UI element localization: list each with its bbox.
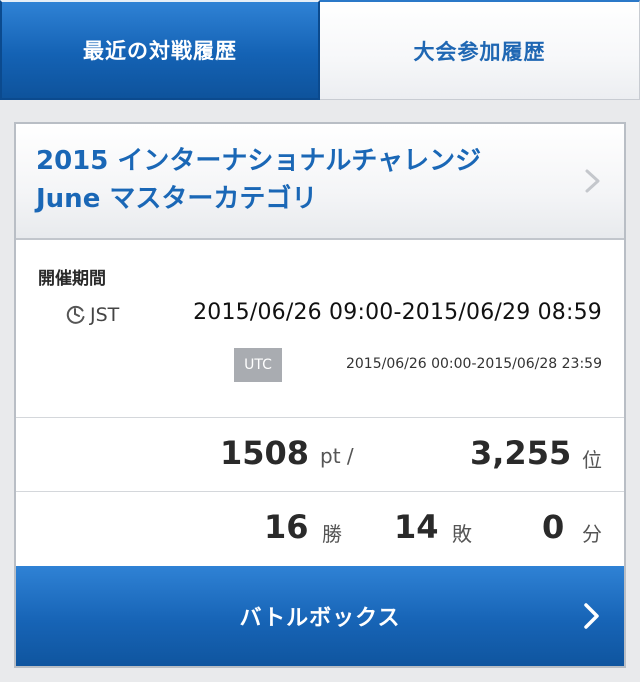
event-period: 開催期間 JST 2015/06/26 09:00-2015/06/29 08:… bbox=[16, 240, 624, 418]
event-header[interactable]: 2015 インターナショナルチャレンジ June マスターカテゴリ bbox=[16, 124, 624, 240]
tournament-card: 2015 インターナショナルチャレンジ June マスターカテゴリ 開催期間 J… bbox=[14, 122, 626, 668]
tab-recent-battles-label: 最近の対戦履歴 bbox=[83, 39, 237, 63]
wins-unit: 勝 bbox=[322, 522, 342, 546]
utc-badge: UTC bbox=[234, 348, 282, 382]
utc-range: 2015/06/26 00:00-2015/06/28 23:59 bbox=[345, 356, 602, 372]
rank-value: 3,255 bbox=[470, 434, 572, 472]
tab-tournament-history-label: 大会参加履歴 bbox=[413, 39, 546, 64]
win-loss-row: 16 勝 14 敗 0 分 bbox=[16, 492, 624, 566]
jst-label: JST bbox=[90, 304, 120, 326]
losses-value: 14 bbox=[394, 508, 439, 546]
page: 最近の対戦履歴 大会参加履歴 2015 インターナショナルチャレンジ June … bbox=[0, 0, 640, 682]
tab-tournament-history[interactable]: 大会参加履歴 bbox=[320, 0, 640, 100]
tab-recent-battles[interactable]: 最近の対戦履歴 bbox=[0, 0, 320, 100]
points-value: 1508 bbox=[220, 434, 310, 472]
losses-unit: 敗 bbox=[452, 522, 472, 546]
clock-icon bbox=[66, 305, 85, 324]
draws-value: 0 bbox=[542, 508, 565, 546]
battle-box-label: バトルボックス bbox=[239, 606, 401, 631]
points-rank-row: 1508 pt / 3,255 位 bbox=[16, 418, 624, 492]
utc-label: UTC bbox=[244, 357, 272, 373]
draws-unit: 分 bbox=[582, 522, 602, 546]
chevron-right-icon bbox=[585, 169, 600, 193]
chevron-right-icon bbox=[584, 603, 599, 629]
jst-range: 2015/06/26 09:00-2015/06/29 08:59 bbox=[193, 300, 602, 325]
battle-box-button[interactable]: バトルボックス bbox=[16, 566, 624, 666]
event-title-line1: 2015 インターナショナルチャレンジ bbox=[36, 146, 482, 176]
points-unit: pt / bbox=[320, 444, 354, 468]
event-title: 2015 インターナショナルチャレンジ June マスターカテゴリ bbox=[36, 142, 556, 218]
history-tabs: 最近の対戦履歴 大会参加履歴 bbox=[0, 0, 640, 100]
wins-value: 16 bbox=[264, 508, 309, 546]
period-label: 開催期間 bbox=[38, 269, 106, 289]
event-title-line2: June マスターカテゴリ bbox=[36, 184, 318, 214]
rank-unit: 位 bbox=[582, 448, 602, 472]
